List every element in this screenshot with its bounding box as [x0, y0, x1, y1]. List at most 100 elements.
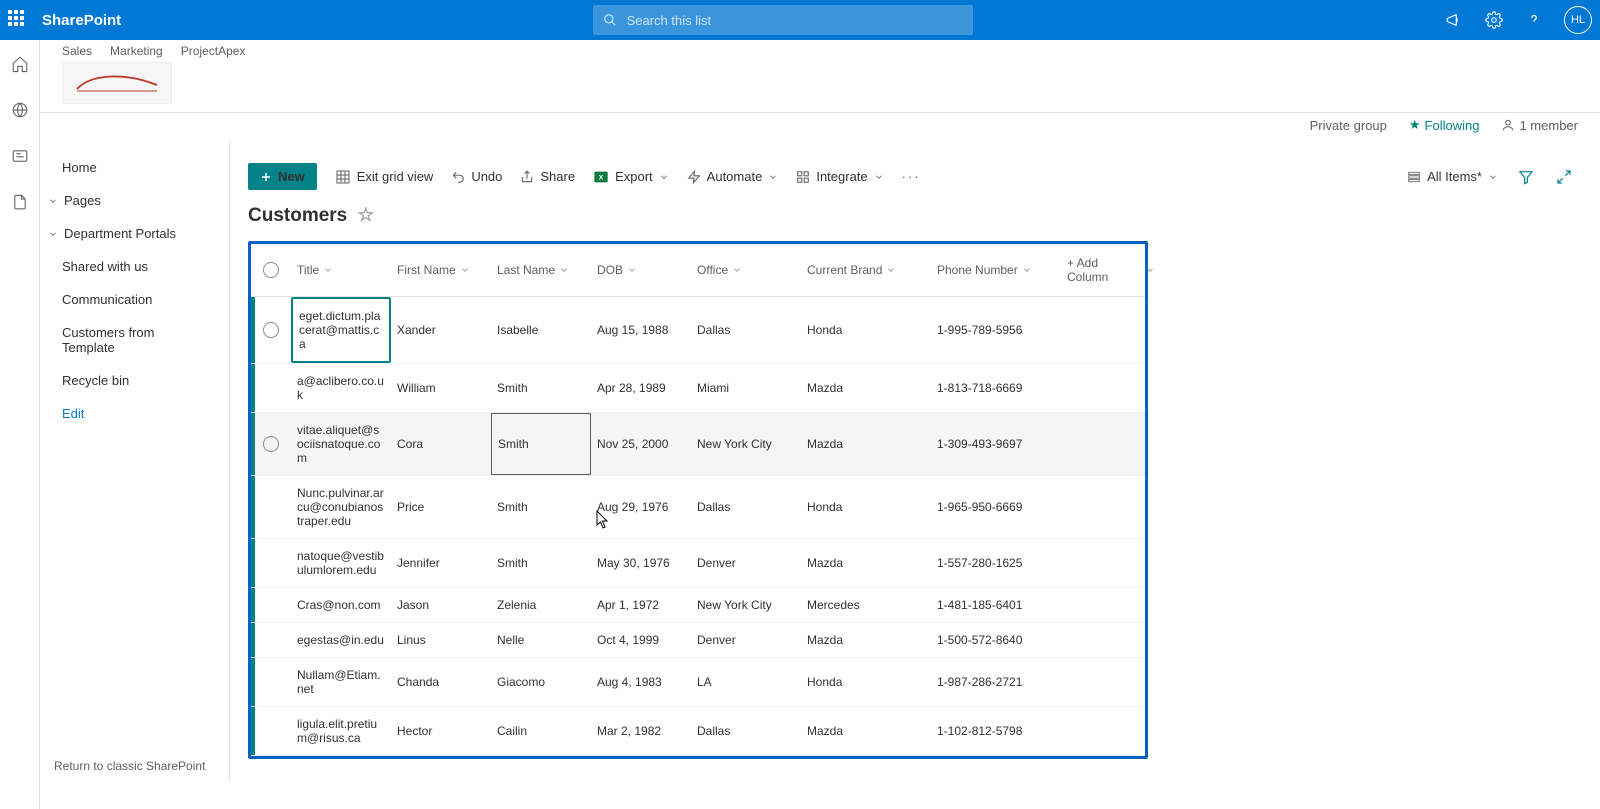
cell-office[interactable]: Miami — [691, 364, 801, 412]
cell-brand[interactable]: Honda — [801, 297, 931, 363]
automate-button[interactable]: Automate — [687, 169, 779, 184]
row-select[interactable] — [251, 413, 291, 475]
search-box[interactable] — [593, 5, 973, 35]
col-phone[interactable]: Phone Number — [931, 244, 1061, 296]
cell-empty[interactable] — [1061, 364, 1161, 412]
cell-empty[interactable] — [1061, 297, 1161, 363]
col-last-name[interactable]: Last Name — [491, 244, 591, 296]
home-rail-icon[interactable] — [10, 54, 30, 74]
cell-first[interactable]: Linus — [391, 623, 491, 657]
following-button[interactable]: ★ Following — [1409, 117, 1480, 133]
globe-rail-icon[interactable] — [10, 100, 30, 120]
cell-last[interactable]: Smith — [491, 476, 591, 538]
cell-office[interactable]: Dallas — [691, 297, 801, 363]
row-select[interactable] — [251, 539, 291, 587]
cell-first[interactable]: Cora — [391, 413, 491, 475]
cell-last[interactable]: Giacomo — [491, 658, 591, 706]
export-button[interactable]: X Export — [593, 169, 669, 185]
new-button[interactable]: New — [248, 163, 317, 190]
cell-empty[interactable] — [1061, 623, 1161, 657]
cell-phone[interactable]: 1-557-280-1625 — [931, 539, 1061, 587]
cell-brand[interactable]: Mazda — [801, 364, 931, 412]
col-first-name[interactable]: First Name — [391, 244, 491, 296]
cell-phone[interactable]: 1-995-789-5956 — [931, 297, 1061, 363]
cell-first[interactable]: Jennifer — [391, 539, 491, 587]
search-input[interactable] — [625, 12, 963, 29]
row-select[interactable] — [251, 658, 291, 706]
cell-empty[interactable] — [1061, 658, 1161, 706]
table-row[interactable]: a@aclibero.co.ukWilliamSmithApr 28, 1989… — [251, 364, 1145, 413]
cell-first[interactable]: Xander — [391, 297, 491, 363]
user-avatar[interactable]: HL — [1564, 6, 1592, 34]
cell-empty[interactable] — [1061, 588, 1161, 622]
cell-title[interactable]: eget.dictum.placerat@mattis.ca — [291, 297, 391, 363]
cell-office[interactable]: New York City — [691, 588, 801, 622]
row-select[interactable] — [251, 588, 291, 622]
cell-first[interactable]: Jason — [391, 588, 491, 622]
nav-pages[interactable]: Pages — [40, 184, 229, 217]
nav-edit[interactable]: Edit — [40, 397, 229, 430]
more-button[interactable]: ··· — [902, 169, 921, 184]
cell-brand[interactable]: Mazda — [801, 623, 931, 657]
cell-title[interactable]: a@aclibero.co.uk — [291, 364, 391, 412]
favorite-star-icon[interactable]: ☆ — [357, 204, 374, 227]
cell-first[interactable]: William — [391, 364, 491, 412]
cell-phone[interactable]: 1-481-185-6401 — [931, 588, 1061, 622]
cell-phone[interactable]: 1-309-493-9697 — [931, 413, 1061, 475]
share-button[interactable]: Share — [520, 169, 575, 184]
cell-title[interactable]: Cras@non.com — [291, 588, 391, 622]
tab-sales[interactable]: Sales — [62, 44, 92, 58]
table-row[interactable]: Nullam@Etiam.netChandaGiacomoAug 4, 1983… — [251, 658, 1145, 707]
table-row[interactable]: vitae.aliquet@sociisnatoque.comCoraSmith… — [251, 413, 1145, 476]
cell-last[interactable]: Cailin — [491, 707, 591, 755]
cell-phone[interactable]: 1-102-812-5798 — [931, 707, 1061, 755]
cell-last[interactable]: Zelenia — [491, 588, 591, 622]
col-title[interactable]: Title — [291, 244, 391, 296]
cell-brand[interactable]: Honda — [801, 476, 931, 538]
cell-brand[interactable]: Honda — [801, 658, 931, 706]
select-all[interactable] — [251, 244, 291, 296]
row-select[interactable] — [251, 707, 291, 755]
integrate-button[interactable]: Integrate — [796, 169, 883, 184]
site-logo[interactable] — [62, 62, 172, 104]
cell-first[interactable]: Chanda — [391, 658, 491, 706]
cell-last[interactable]: Smith — [491, 539, 591, 587]
cell-empty[interactable] — [1061, 707, 1161, 755]
cell-title[interactable]: ligula.elit.pretium@risus.ca — [291, 707, 391, 755]
cell-dob[interactable]: May 30, 1976 — [591, 539, 691, 587]
col-dob[interactable]: DOB — [591, 244, 691, 296]
cell-dob[interactable]: Mar 2, 1982 — [591, 707, 691, 755]
filter-icon[interactable] — [1516, 167, 1536, 187]
cell-dob[interactable]: Aug 15, 1988 — [591, 297, 691, 363]
news-rail-icon[interactable] — [10, 146, 30, 166]
cell-brand[interactable]: Mazda — [801, 413, 931, 475]
cell-last[interactable]: Nelle — [491, 623, 591, 657]
cell-dob[interactable]: Nov 25, 2000 — [591, 413, 691, 475]
table-row[interactable]: ligula.elit.pretium@risus.caHectorCailin… — [251, 707, 1145, 756]
nav-department-portals[interactable]: Department Portals — [40, 217, 229, 250]
cell-phone[interactable]: 1-500-572-8640 — [931, 623, 1061, 657]
cell-dob[interactable]: Aug 4, 1983 — [591, 658, 691, 706]
cell-office[interactable]: Dallas — [691, 476, 801, 538]
megaphone-icon[interactable] — [1444, 10, 1464, 30]
cell-phone[interactable]: 1-965-950-6669 — [931, 476, 1061, 538]
col-brand[interactable]: Current Brand — [801, 244, 931, 296]
cell-phone[interactable]: 1-987-286-2721 — [931, 658, 1061, 706]
table-row[interactable]: natoque@vestibulumlorem.eduJenniferSmith… — [251, 539, 1145, 588]
cell-brand[interactable]: Mazda — [801, 707, 931, 755]
cell-title[interactable]: Nunc.pulvinar.arcu@conubianostraper.edu — [291, 476, 391, 538]
cell-phone[interactable]: 1-813-718-6669 — [931, 364, 1061, 412]
exit-grid-button[interactable]: Exit grid view — [335, 169, 434, 185]
nav-shared[interactable]: Shared with us — [40, 250, 229, 283]
file-rail-icon[interactable] — [10, 192, 30, 212]
table-row[interactable]: Cras@non.comJasonZeleniaApr 1, 1972New Y… — [251, 588, 1145, 623]
cell-empty[interactable] — [1061, 413, 1161, 475]
row-select[interactable] — [251, 297, 291, 363]
cell-office[interactable]: Dallas — [691, 707, 801, 755]
cell-office[interactable]: LA — [691, 658, 801, 706]
return-classic-link[interactable]: Return to classic SharePoint — [54, 759, 205, 773]
col-office[interactable]: Office — [691, 244, 801, 296]
row-select[interactable] — [251, 476, 291, 538]
undo-button[interactable]: Undo — [451, 169, 502, 184]
cell-last[interactable]: Smith — [491, 364, 591, 412]
